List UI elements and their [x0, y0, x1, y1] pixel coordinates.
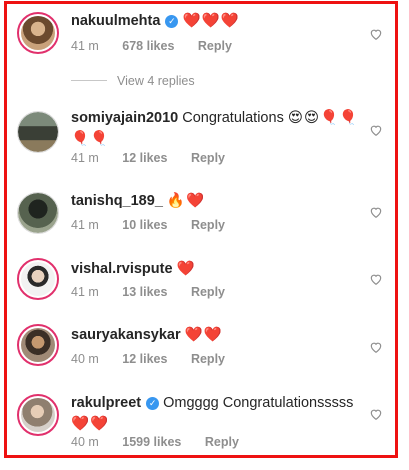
- comment-meta: 41 m 13 likes Reply: [71, 285, 225, 299]
- comment-time: 40 m: [71, 352, 99, 366]
- verified-badge-icon: ✓: [165, 15, 179, 28]
- comment-text: somiyajain2010 Congratulations 😍😍🎈🎈🎈🎈: [71, 108, 367, 150]
- comment-text: tanishq_189_ 🔥❤️: [71, 191, 367, 212]
- like-heart-icon[interactable]: [369, 272, 383, 286]
- comment-emoji: ❤️❤️: [184, 327, 223, 343]
- avatar[interactable]: [17, 324, 59, 366]
- like-heart-icon[interactable]: [369, 340, 383, 354]
- view-replies-link[interactable]: View 4 replies: [71, 74, 195, 88]
- like-heart-icon[interactable]: [369, 407, 383, 421]
- reply-button[interactable]: Reply: [191, 352, 225, 366]
- comment-meta: 41 m 678 likes Reply: [71, 39, 232, 53]
- comment-meta: 41 m 10 likes Reply: [71, 218, 225, 232]
- comment-time: 41 m: [71, 285, 99, 299]
- comment-likes[interactable]: 10 likes: [122, 218, 167, 232]
- reply-button[interactable]: Reply: [191, 151, 225, 165]
- comment-time: 40 m: [71, 435, 99, 449]
- comment-emoji: ❤️❤️❤️: [182, 13, 240, 29]
- view-replies-label: View 4 replies: [117, 74, 195, 88]
- like-heart-icon[interactable]: [369, 123, 383, 137]
- comment-likes[interactable]: 678 likes: [122, 39, 174, 53]
- comment-emoji: 🔥❤️: [166, 193, 206, 209]
- comment-message: Congratulations: [182, 110, 284, 126]
- reply-button[interactable]: Reply: [198, 39, 232, 53]
- comment-username[interactable]: rakulpreet: [71, 395, 141, 411]
- verified-badge-icon: ✓: [146, 397, 160, 410]
- comment-text: vishal.rvispute ❤️: [71, 259, 367, 280]
- comment-time: 41 m: [71, 218, 99, 232]
- comment-likes[interactable]: 1599 likes: [122, 435, 181, 449]
- comment-meta: 40 m 12 likes Reply: [71, 352, 225, 366]
- comment-time: 41 m: [71, 39, 99, 53]
- like-heart-icon[interactable]: [369, 205, 383, 219]
- comment-username[interactable]: sauryakansykar: [71, 327, 181, 343]
- comment-text: rakulpreet ✓ Omgggg Congratulationsssss ❤️…: [71, 393, 367, 435]
- comment-emoji: ❤️❤️: [71, 416, 110, 432]
- avatar[interactable]: [17, 258, 59, 300]
- avatar[interactable]: [17, 111, 59, 153]
- comment-meta: 40 m 1599 likes Reply: [71, 435, 239, 449]
- reply-button[interactable]: Reply: [205, 435, 239, 449]
- avatar[interactable]: [17, 394, 59, 436]
- reply-button[interactable]: Reply: [191, 285, 225, 299]
- avatar[interactable]: [17, 12, 59, 54]
- comment-meta: 41 m 12 likes Reply: [71, 151, 225, 165]
- comment-likes[interactable]: 13 likes: [122, 285, 167, 299]
- like-heart-icon[interactable]: [369, 27, 383, 41]
- comment-emoji: ❤️: [176, 261, 196, 277]
- comment-username[interactable]: tanishq_189_: [71, 193, 163, 209]
- replies-divider: [71, 80, 107, 81]
- avatar[interactable]: [17, 192, 59, 234]
- comment-text: nakuulmehta ✓ ❤️❤️❤️: [71, 11, 367, 32]
- comment-username[interactable]: somiyajain2010: [71, 110, 178, 126]
- comments-panel: nakuulmehta ✓ ❤️❤️❤️ 41 m 678 likes Reply …: [4, 1, 398, 458]
- comment-time: 41 m: [71, 151, 99, 165]
- comment-message: Omgggg Congratulationsssss: [163, 395, 354, 411]
- reply-button[interactable]: Reply: [191, 218, 225, 232]
- comment-likes[interactable]: 12 likes: [122, 352, 167, 366]
- comment-text: sauryakansykar ❤️❤️: [71, 325, 367, 346]
- comment-username[interactable]: nakuulmehta: [71, 13, 160, 29]
- comment-username[interactable]: vishal.rvispute: [71, 261, 173, 277]
- comment-likes[interactable]: 12 likes: [122, 151, 167, 165]
